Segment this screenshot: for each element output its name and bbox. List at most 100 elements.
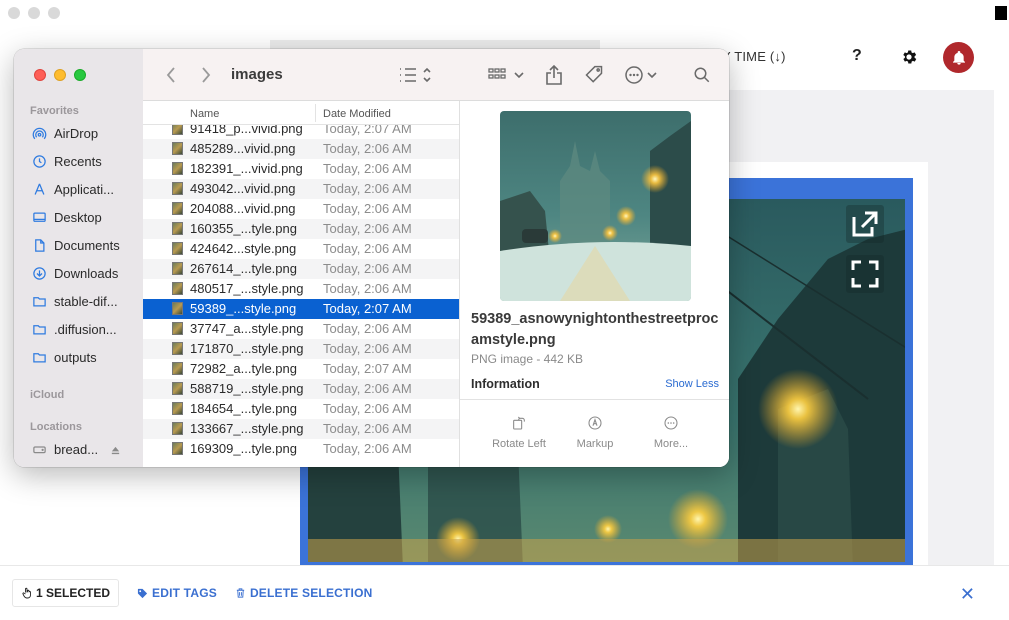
preview-filename: 59389_asnowynightonthestreetprocamstyle.… xyxy=(471,311,719,348)
preview-pane: 59389_asnowynightonthestreetprocamstyle.… xyxy=(459,101,729,467)
sidebar-item-airdrop[interactable]: AirDrop xyxy=(32,126,140,141)
edit-tags-button[interactable]: EDIT TAGS xyxy=(137,586,217,600)
folder-title: images xyxy=(231,66,283,83)
sidebar-item-label: Documents xyxy=(54,238,120,253)
file-list: 91418_p...vivid.png Today, 2:07 AM 485289.… xyxy=(143,125,459,467)
back-button[interactable] xyxy=(163,65,179,85)
file-row[interactable]: 204088...vivid.png Today, 2:06 AM xyxy=(143,199,459,219)
file-date-modified: Today, 2:06 AM xyxy=(323,141,412,156)
sidebar-item-desktop[interactable]: Desktop xyxy=(32,210,140,225)
fullscreen-icon[interactable] xyxy=(846,255,884,293)
selected-count-label: 1 SELECTED xyxy=(36,586,111,600)
column-name-header[interactable]: Name xyxy=(190,108,219,120)
open-external-icon[interactable] xyxy=(846,205,884,243)
sidebar-item-diffusion[interactable]: .diffusion... xyxy=(32,322,140,337)
action-menu-button[interactable] xyxy=(623,64,661,86)
share-button[interactable] xyxy=(543,62,565,88)
file-row[interactable]: 588719_...style.png Today, 2:06 AM xyxy=(143,379,459,399)
notifications-button[interactable] xyxy=(943,42,974,73)
file-date-modified: Today, 2:06 AM xyxy=(323,241,412,256)
gear-icon[interactable] xyxy=(900,48,918,66)
more-options-icon xyxy=(625,66,657,84)
trash-icon xyxy=(236,588,245,598)
download-icon xyxy=(33,267,46,280)
view-options-button[interactable] xyxy=(397,64,435,86)
sidebar-item-label: Downloads xyxy=(54,266,119,281)
eject-icon[interactable] xyxy=(110,445,121,456)
file-row-selected[interactable]: 59389_...style.png Today, 2:07 AM xyxy=(143,299,459,319)
selection-toolbar: 1 SELECTED EDIT TAGS DELETE SELECTION ✕ xyxy=(0,565,1009,620)
file-date-modified: Today, 2:07 AM xyxy=(323,125,412,136)
file-row[interactable]: 91418_p...vivid.png Today, 2:07 AM xyxy=(143,125,459,139)
file-date-modified: Today, 2:06 AM xyxy=(323,161,412,176)
file-row[interactable]: 182391_...vivid.png Today, 2:06 AM xyxy=(143,159,459,179)
file-row[interactable]: 171870_...style.png Today, 2:06 AM xyxy=(143,339,459,359)
sidebar-item-outputs[interactable]: outputs xyxy=(32,350,140,365)
sidebar-item-stable-diffusion[interactable]: stable-dif... xyxy=(32,294,140,309)
markup-button[interactable]: Markup xyxy=(560,415,630,450)
bg-minimize-dot[interactable] xyxy=(28,7,40,19)
file-row[interactable]: 160355_...tyle.png Today, 2:06 AM xyxy=(143,219,459,239)
column-date-header[interactable]: Date Modified xyxy=(323,108,391,120)
minimize-window-button[interactable] xyxy=(54,69,66,81)
file-thumbnail-icon xyxy=(172,202,183,215)
help-button[interactable]: ? xyxy=(852,47,862,65)
close-window-button[interactable] xyxy=(34,69,46,81)
file-row[interactable]: 480517_...style.png Today, 2:06 AM xyxy=(143,279,459,299)
clock-icon xyxy=(33,155,46,168)
zoom-window-button[interactable] xyxy=(74,69,86,81)
file-name: 424642...style.png xyxy=(190,241,297,256)
search-button[interactable] xyxy=(691,64,713,86)
file-thumbnail-icon xyxy=(172,442,183,455)
file-date-modified: Today, 2:06 AM xyxy=(323,421,412,436)
file-row[interactable]: 184654_...tyle.png Today, 2:06 AM xyxy=(143,399,459,419)
sort-by-time-button[interactable]: Y TIME (↓) xyxy=(722,49,786,64)
sidebar-item-recents[interactable]: Recents xyxy=(32,154,140,169)
file-list-header: Name Date Modified xyxy=(143,101,459,125)
file-name: 182391_...vivid.png xyxy=(190,161,303,176)
file-row[interactable]: 37747_a...style.png Today, 2:06 AM xyxy=(143,319,459,339)
column-divider[interactable] xyxy=(315,104,316,122)
delete-selection-button[interactable]: DELETE SELECTION xyxy=(235,586,373,600)
icloud-heading: iCloud xyxy=(30,389,65,401)
bg-zoom-dot[interactable] xyxy=(48,7,60,19)
file-row[interactable]: 72982_a...tyle.png Today, 2:07 AM xyxy=(143,359,459,379)
file-row[interactable]: 169309_...tyle.png Today, 2:06 AM xyxy=(143,439,459,459)
selected-count-button[interactable]: 1 SELECTED xyxy=(12,579,120,607)
sidebar-item-applications[interactable]: Applicati... xyxy=(32,182,140,197)
sidebar-item-documents[interactable]: Documents xyxy=(32,238,140,253)
file-row[interactable]: 133667_...style.png Today, 2:06 AM xyxy=(143,419,459,439)
file-thumbnail-icon xyxy=(172,302,183,315)
file-name: 267614_...tyle.png xyxy=(190,261,297,276)
file-name: 133667_...style.png xyxy=(190,421,304,436)
file-date-modified: Today, 2:06 AM xyxy=(323,441,412,456)
file-row[interactable]: 493042...vivid.png Today, 2:06 AM xyxy=(143,179,459,199)
sidebar-item-label: .diffusion... xyxy=(54,322,117,337)
file-date-modified: Today, 2:06 AM xyxy=(323,341,412,356)
sidebar-item-drive[interactable]: bread... xyxy=(32,442,106,457)
more-actions-button[interactable]: More... xyxy=(636,415,706,450)
group-button[interactable] xyxy=(486,64,526,86)
finder-sidebar: Favorites AirDrop Recents Applicati... D… xyxy=(14,49,143,467)
file-name: 37747_a...style.png xyxy=(190,321,304,336)
markup-label: Markup xyxy=(576,438,614,450)
folder-icon xyxy=(33,297,46,307)
file-row[interactable]: 485289...vivid.png Today, 2:06 AM xyxy=(143,139,459,159)
finder-toolbar: images xyxy=(143,49,729,101)
show-less-link[interactable]: Show Less xyxy=(665,378,719,390)
close-selection-button[interactable]: ✕ xyxy=(960,584,975,605)
window-controls xyxy=(34,69,86,81)
rotate-left-label: Rotate Left xyxy=(492,438,546,450)
file-row[interactable]: 267614_...tyle.png Today, 2:06 AM xyxy=(143,259,459,279)
file-date-modified: Today, 2:07 AM xyxy=(323,361,412,376)
sidebar-item-label: stable-dif... xyxy=(54,294,118,309)
tags-button[interactable] xyxy=(582,62,606,88)
rotate-left-button[interactable]: Rotate Left xyxy=(484,415,554,450)
sidebar-item-downloads[interactable]: Downloads xyxy=(32,266,140,281)
forward-button[interactable] xyxy=(198,65,214,85)
bg-close-dot[interactable] xyxy=(8,7,20,19)
file-thumbnail-icon xyxy=(172,242,183,255)
file-row[interactable]: 424642...style.png Today, 2:06 AM xyxy=(143,239,459,259)
preview-thumbnail xyxy=(500,111,691,301)
file-thumbnail-icon xyxy=(172,402,183,415)
